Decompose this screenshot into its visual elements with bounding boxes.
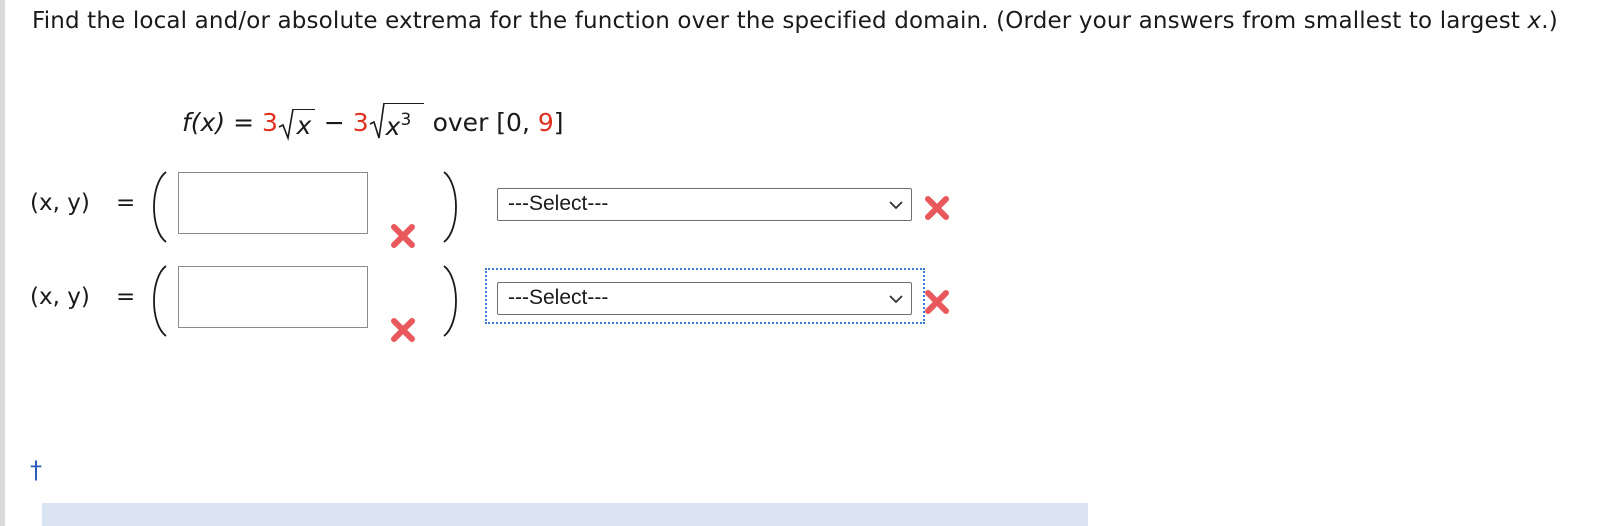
formula-domain-end: 9 (537, 108, 554, 137)
sqrt-symbol-icon (369, 102, 385, 139)
footer-bar (42, 503, 1088, 526)
row-1-select-value: ---Select--- (508, 192, 609, 215)
left-border (0, 0, 5, 526)
open-paren-icon (153, 171, 167, 243)
sqrt-symbol-icon (278, 108, 294, 141)
formula-domain-close: ] (553, 108, 564, 137)
formula-minus: − (323, 108, 345, 137)
row-2-label: (x, y) (30, 284, 90, 310)
sqrt-1-radicand: x (292, 109, 315, 142)
formula-domain-open: [0, (496, 108, 530, 137)
sqrt-2-exponent: 3 (400, 110, 412, 130)
close-paren-icon (443, 171, 457, 243)
row-2-equals: = (116, 284, 136, 310)
formula-over: over (432, 108, 489, 137)
question-text-after: .) (1541, 8, 1558, 34)
question-text-before: Find the local and/or absolute extrema f… (32, 8, 1528, 34)
function-formula: f(x) = 3x − 3 x3 over [0, 9] (182, 100, 564, 146)
close-paren-icon (443, 265, 457, 337)
row-1-answer-input[interactable] (178, 172, 368, 234)
formula-coef-2: 3 (352, 108, 369, 137)
open-paren-icon (153, 265, 167, 337)
x-mark-icon (925, 196, 949, 220)
row-1-equals: = (116, 190, 136, 216)
row-1-classification-select[interactable]: ---Select--- (497, 188, 912, 221)
row-2-select-value: ---Select--- (508, 286, 609, 309)
chevron-down-icon (889, 201, 903, 210)
x-mark-icon (391, 224, 415, 248)
x-mark-icon (925, 290, 949, 314)
sqrt-2-base: x (385, 112, 401, 141)
chevron-down-icon (889, 295, 903, 304)
row-2-classification-select[interactable]: ---Select--- (497, 282, 912, 315)
row-1-label: (x, y) (30, 190, 90, 216)
formula-coef-1: 3 (261, 108, 278, 137)
row-2-answer-input[interactable] (178, 266, 368, 328)
question-var: x (1527, 8, 1542, 34)
question-prompt: Find the local and/or absolute extrema f… (32, 4, 1602, 39)
formula-equals: = (233, 108, 255, 137)
x-mark-icon (391, 318, 415, 342)
sqrt-2: x3 (369, 100, 425, 146)
dagger-link[interactable]: † (30, 456, 42, 484)
sqrt-2-radicand: x3 (383, 103, 424, 145)
sqrt-1: x (278, 100, 316, 146)
formula-lhs: f(x) (182, 108, 226, 137)
